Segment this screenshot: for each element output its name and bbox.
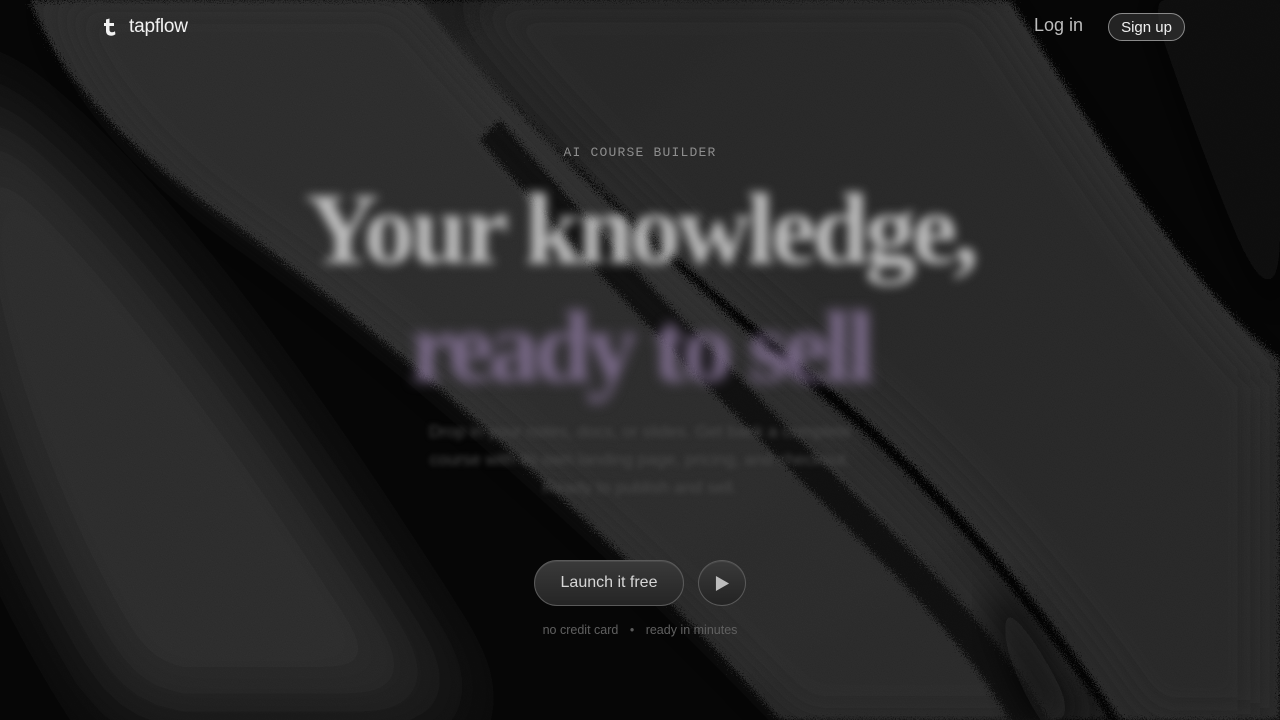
- cta-footnote: no credit card • ready in minutes: [0, 623, 1280, 637]
- headline-line-1: Your knowledge,: [305, 173, 978, 286]
- hero-subcopy: Drop in your notes, docs, or slides. Get…: [428, 422, 852, 497]
- site-header: tapflow Log in Sign up: [0, 0, 1280, 54]
- launch-free-button[interactable]: Launch it free: [534, 560, 684, 606]
- headline-line-2: ready to sell: [409, 291, 875, 404]
- tapflow-logo-icon: [104, 18, 116, 36]
- footnote-no-credit-card: no credit card: [542, 623, 619, 637]
- footnote-separator: •: [629, 623, 635, 637]
- hero-eyebrow: AI COURSE BUILDER: [563, 145, 717, 160]
- play-icon: [715, 575, 729, 591]
- footnote-ready-in-minutes: ready in minutes: [645, 623, 738, 637]
- brand-name: tapflow: [129, 16, 188, 37]
- play-video-button[interactable]: [698, 560, 746, 606]
- login-link[interactable]: Log in: [1034, 15, 1083, 36]
- cta-row: Launch it free: [534, 560, 746, 606]
- landing-page: tapflow Log in Sign up AI COURSE BUILDER…: [0, 0, 1280, 720]
- brand-link[interactable]: tapflow: [103, 14, 188, 40]
- hero-section: AI COURSE BUILDER Your knowledge, ready …: [0, 0, 1280, 720]
- signup-button[interactable]: Sign up: [1108, 13, 1185, 41]
